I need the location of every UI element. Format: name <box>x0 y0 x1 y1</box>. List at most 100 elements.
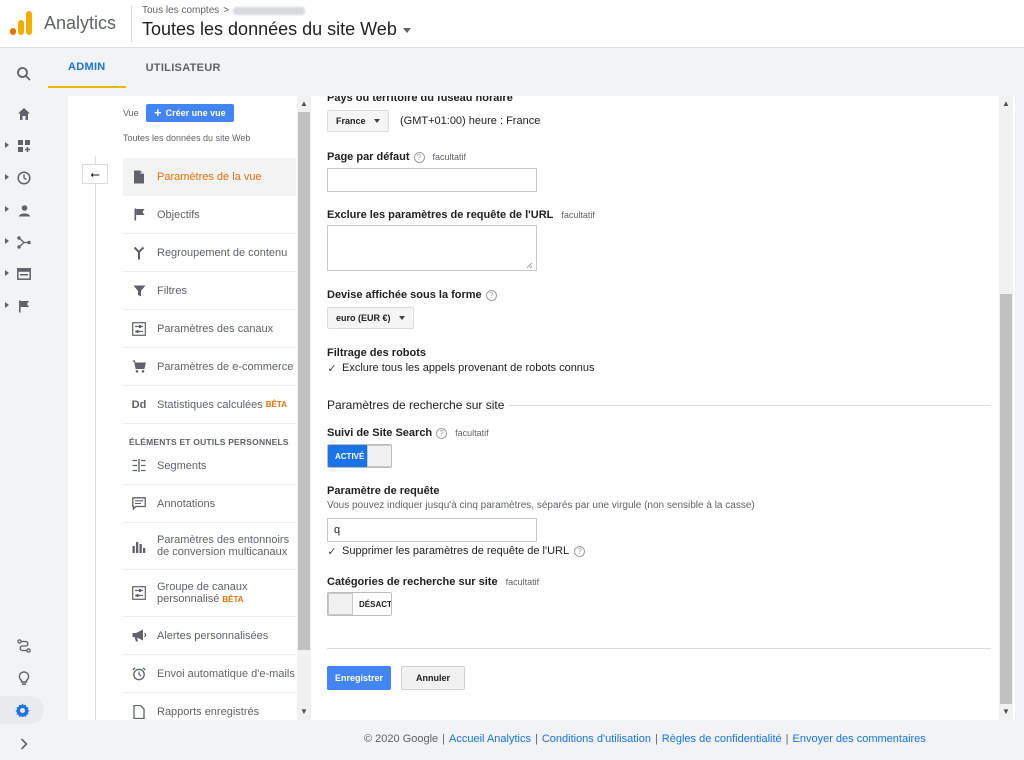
breadcrumb[interactable]: Tous les comptes > <box>142 5 306 16</box>
site-search-tracking-label: Suivi de Site Search ? facultatif <box>327 427 489 439</box>
bot-filter-label: Filtrage des robots <box>327 347 427 359</box>
view-selector[interactable]: Toutes les données du site Web <box>142 19 411 40</box>
alarm-icon <box>131 666 147 682</box>
tab-utilisateur[interactable]: UTILISATEUR <box>126 48 241 88</box>
footer-link-terms[interactable]: Conditions d'utilisation <box>542 733 651 745</box>
checkmark-icon: ✓ <box>327 545 337 558</box>
site-search-heading: Paramètres de recherche sur site <box>327 398 505 412</box>
menu-goals[interactable]: Objectifs <box>123 196 296 234</box>
currency-dropdown[interactable]: euro (EUR €) <box>327 307 414 329</box>
menu-content-grouping[interactable]: Regroupement de contenu <box>123 234 296 272</box>
bar-chart-icon <box>131 538 147 554</box>
menu-label: Paramètres des canaux <box>157 322 274 335</box>
beta-badge: BÊTA <box>265 400 287 409</box>
default-page-input[interactable] <box>327 168 537 192</box>
settings-icon[interactable] <box>0 696 44 724</box>
analytics-logo-icon[interactable] <box>10 11 32 35</box>
dashboard-icon[interactable] <box>0 132 48 160</box>
save-button[interactable]: Enregistrer <box>327 666 392 690</box>
menu-annotations[interactable]: Annotations <box>123 485 296 523</box>
menu-label: Regroupement de contenu <box>157 246 288 259</box>
help-icon[interactable]: ? <box>436 427 448 439</box>
view-settings-form: Pays ou territoire du fuseau horaire Fra… <box>313 96 1015 720</box>
menu-custom-alerts[interactable]: Alertes personnalisées <box>123 617 296 655</box>
help-icon[interactable]: ? <box>413 151 425 163</box>
default-page-label: Page par défaut ? facultatif <box>327 151 467 163</box>
strip-params-checkbox[interactable]: ✓ Supprimer les paramètres de requête de… <box>327 545 586 558</box>
scroll-down-icon[interactable]: ▼ <box>300 707 308 716</box>
cancel-button[interactable]: Annuler <box>401 666 466 690</box>
footer-link-privacy[interactable]: Règles de confidentialité <box>662 733 782 745</box>
view-title: Toutes les données du site Web <box>142 19 397 39</box>
menu-label: Envoi automatique d'e-mails <box>157 667 295 680</box>
site-search-toggle[interactable]: ACTIVÉ <box>327 444 392 468</box>
categories-label: Catégories de recherche sur site faculta… <box>327 576 540 588</box>
filter-icon <box>131 283 147 299</box>
person-icon[interactable] <box>0 196 48 224</box>
display-icon[interactable] <box>0 260 48 288</box>
bot-filter-checkbox-label: Exclure tous les appels provenant de rob… <box>342 362 595 374</box>
menu-ecommerce-settings[interactable]: Paramètres de e-commerce <box>123 348 296 386</box>
document-icon <box>131 169 147 185</box>
menu-saved-reports[interactable]: Rapports enregistrés <box>123 693 296 720</box>
toggle-off-label: DÉSACT <box>359 599 392 609</box>
footer-link-feedback[interactable]: Envoyer des commentaires <box>793 733 926 745</box>
country-value: France <box>336 116 366 126</box>
help-icon[interactable]: ? <box>485 289 497 301</box>
exclude-params-textarea[interactable] <box>327 225 537 271</box>
merge-icon <box>131 245 147 261</box>
segments-icon <box>131 458 147 474</box>
create-view-button[interactable]: + Créer une vue <box>146 104 234 122</box>
right-scrollbar-thumb[interactable] <box>1000 294 1012 704</box>
left-scrollbar[interactable]: ▲ ▼ <box>297 96 311 720</box>
help-icon[interactable]: ? <box>574 545 586 557</box>
toggle-on-label: ACTIVÉ <box>328 445 368 467</box>
scroll-up-icon[interactable]: ▲ <box>300 99 308 108</box>
form-divider <box>327 648 991 649</box>
route-icon[interactable] <box>0 632 48 660</box>
create-view-label: Créer une vue <box>165 108 226 118</box>
clock-icon[interactable] <box>0 164 48 192</box>
query-param-input[interactable]: q <box>327 518 537 542</box>
channel-icon <box>131 321 147 337</box>
right-scrollbar[interactable]: ▲ ▼ <box>999 96 1013 720</box>
app-name[interactable]: Analytics <box>44 13 116 34</box>
menu-filters[interactable]: Filtres <box>123 272 296 310</box>
left-scrollbar-thumb[interactable] <box>298 112 310 650</box>
menu-label: Paramètres de e-commerce <box>157 360 294 373</box>
lightbulb-icon[interactable] <box>0 664 48 692</box>
menu-mcf-settings[interactable]: Paramètres des entonnoirs de conversion m… <box>123 523 296 570</box>
search-icon[interactable] <box>0 60 48 88</box>
chevron-right-icon[interactable] <box>0 730 48 758</box>
header-divider <box>131 6 132 42</box>
admin-tabs: ADMIN UTILISATEUR <box>48 48 1024 88</box>
bot-filter-checkbox[interactable]: ✓ Exclure tous les appels provenant de r… <box>327 362 595 375</box>
currency-value: euro (EUR €) <box>336 313 391 323</box>
menu-label: Paramètres des entonnoirs de conversion m… <box>157 534 290 558</box>
menu-scheduled-emails[interactable]: Envoi automatique d'e-mails <box>123 655 296 693</box>
menu-label: Filtres <box>157 284 187 297</box>
back-arrow-icon[interactable]: ⭠ <box>82 164 108 184</box>
tab-admin[interactable]: ADMIN <box>48 48 126 88</box>
megaphone-icon <box>131 628 147 644</box>
copyright: © 2020 Google <box>364 733 439 745</box>
menu-view-settings[interactable]: Paramètres de la vue <box>123 158 296 196</box>
menu-calculated-metrics[interactable]: Dd Statistiques calculées BÊTA <box>123 386 296 424</box>
scroll-down-icon[interactable]: ▼ <box>1002 707 1010 716</box>
country-dropdown[interactable]: France <box>327 110 389 132</box>
dd-icon: Dd <box>131 398 147 411</box>
menu-channel-settings[interactable]: Paramètres des canaux <box>123 310 296 348</box>
acquisition-icon[interactable] <box>0 228 48 256</box>
menu-custom-channel-group[interactable]: Groupe de canaux personnalisé BÊTA <box>123 570 296 617</box>
categories-toggle[interactable]: DÉSACT <box>327 592 392 616</box>
footer-link-home[interactable]: Accueil Analytics <box>449 733 531 745</box>
menu-label: Alertes personnalisées <box>157 629 269 642</box>
menu-segments[interactable]: Segments <box>123 447 296 485</box>
resize-handle-icon[interactable] <box>526 262 533 269</box>
query-param-label: Paramètre de requête <box>327 485 440 497</box>
flag-icon[interactable] <box>0 292 48 320</box>
home-icon[interactable] <box>0 100 48 128</box>
breadcrumb-separator: > <box>223 5 230 16</box>
breadcrumb-all-accounts[interactable]: Tous les comptes <box>142 5 219 16</box>
scroll-up-icon[interactable]: ▲ <box>1002 99 1010 108</box>
